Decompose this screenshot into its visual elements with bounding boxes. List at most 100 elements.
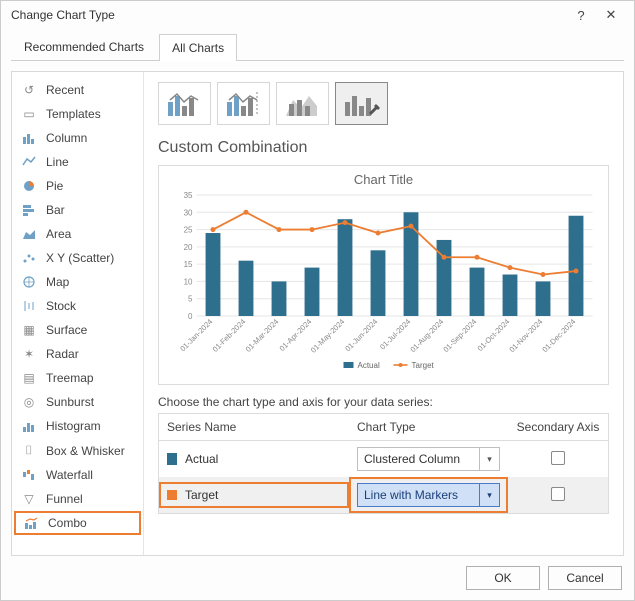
combo-variant-row bbox=[158, 82, 609, 125]
sidebar-item-recent[interactable]: ↺Recent bbox=[12, 78, 143, 102]
box-whisker-icon: ⌷ bbox=[20, 443, 38, 458]
dialog-title: Change Chart Type bbox=[11, 8, 115, 22]
header-series-name: Series Name bbox=[159, 414, 349, 440]
tab-strip: Recommended Charts All Charts bbox=[1, 33, 634, 60]
sidebar-item-column[interactable]: Column bbox=[12, 126, 143, 150]
sidebar-item-waterfall[interactable]: Waterfall bbox=[12, 463, 143, 487]
sidebar-item-bar[interactable]: Bar bbox=[12, 198, 143, 222]
series-table-header: Series Name Chart Type Secondary Axis bbox=[159, 414, 608, 441]
combo-variant-3[interactable] bbox=[276, 82, 329, 125]
templates-icon: ▭ bbox=[20, 107, 38, 121]
histogram-icon bbox=[20, 419, 38, 433]
secondary-axis-checkbox-actual[interactable] bbox=[551, 451, 565, 465]
combo-variant-1[interactable] bbox=[158, 82, 211, 125]
secondary-axis-checkbox-target[interactable] bbox=[551, 487, 565, 501]
column-icon bbox=[20, 131, 38, 145]
chart-svg: 0510152025303501-Jan-202401-Feb-202401-M… bbox=[165, 191, 602, 376]
dialog-window: Change Chart Type ? ✕ Recommended Charts… bbox=[0, 0, 635, 601]
ok-button[interactable]: OK bbox=[466, 566, 540, 590]
close-button[interactable]: ✕ bbox=[596, 7, 626, 23]
sidebar-item-combo[interactable]: Combo bbox=[14, 511, 141, 535]
sidebar-item-scatter[interactable]: X Y (Scatter) bbox=[12, 246, 143, 270]
section-title: Custom Combination bbox=[158, 139, 609, 157]
svg-text:01-Jun-2024: 01-Jun-2024 bbox=[343, 317, 379, 353]
svg-text:0: 0 bbox=[188, 312, 193, 321]
tab-all-charts[interactable]: All Charts bbox=[159, 34, 237, 61]
sidebar-item-funnel[interactable]: ▽Funnel bbox=[12, 487, 143, 511]
series-name-target: Target bbox=[185, 488, 218, 502]
cancel-button[interactable]: Cancel bbox=[548, 566, 622, 590]
sidebar-item-treemap[interactable]: ▤Treemap bbox=[12, 366, 143, 390]
header-secondary-axis: Secondary Axis bbox=[508, 414, 608, 440]
bar-icon bbox=[20, 203, 38, 217]
svg-text:01-Sep-2024: 01-Sep-2024 bbox=[441, 317, 478, 354]
sidebar-item-box-whisker[interactable]: ⌷Box & Whisker bbox=[12, 438, 143, 463]
chart-type-select-target[interactable]: Line with Markers▾ bbox=[357, 483, 500, 507]
svg-text:01-Aug-2024: 01-Aug-2024 bbox=[408, 317, 445, 354]
chart-category-sidebar: ↺Recent ▭Templates Column Line Pie Bar A… bbox=[12, 72, 144, 555]
series-row-actual: Actual Clustered Column▾ bbox=[159, 441, 608, 477]
swatch-actual bbox=[167, 453, 177, 465]
sidebar-item-surface[interactable]: ▦Surface bbox=[12, 318, 143, 342]
titlebar: Change Chart Type ? ✕ bbox=[1, 1, 634, 33]
svg-text:25: 25 bbox=[184, 226, 193, 235]
help-button[interactable]: ? bbox=[566, 8, 596, 23]
combo-variant-2[interactable] bbox=[217, 82, 270, 125]
series-table: Series Name Chart Type Secondary Axis Ac… bbox=[158, 413, 609, 514]
recent-icon: ↺ bbox=[20, 83, 38, 97]
svg-text:20: 20 bbox=[184, 243, 193, 252]
chevron-down-icon: ▾ bbox=[479, 448, 499, 470]
chevron-down-icon: ▾ bbox=[479, 484, 499, 506]
svg-text:30: 30 bbox=[184, 208, 193, 217]
tab-divider bbox=[11, 60, 624, 61]
svg-text:01-Nov-2024: 01-Nov-2024 bbox=[507, 317, 544, 354]
header-chart-type: Chart Type bbox=[349, 414, 508, 440]
stock-icon bbox=[20, 299, 38, 313]
sidebar-item-radar[interactable]: ✶Radar bbox=[12, 342, 143, 366]
svg-text:01-Jan-2024: 01-Jan-2024 bbox=[178, 317, 214, 353]
series-row-target: Target Line with Markers▾ bbox=[159, 477, 608, 513]
svg-text:01-Mar-2024: 01-Mar-2024 bbox=[244, 317, 281, 354]
pie-icon bbox=[20, 179, 38, 193]
sidebar-item-line[interactable]: Line bbox=[12, 150, 143, 174]
chart-type-select-actual[interactable]: Clustered Column▾ bbox=[357, 447, 500, 471]
funnel-icon: ▽ bbox=[20, 492, 38, 506]
sidebar-item-stock[interactable]: Stock bbox=[12, 294, 143, 318]
svg-text:Actual: Actual bbox=[358, 361, 380, 370]
line-icon bbox=[20, 155, 38, 169]
area-icon bbox=[20, 227, 38, 241]
swatch-target bbox=[167, 490, 177, 500]
svg-text:01-Dec-2024: 01-Dec-2024 bbox=[540, 317, 577, 354]
sidebar-item-map[interactable]: Map bbox=[12, 270, 143, 294]
chart-preview: Chart Title 0510152025303501-Jan-202401-… bbox=[158, 165, 609, 385]
scatter-icon bbox=[20, 251, 38, 265]
sidebar-item-histogram[interactable]: Histogram bbox=[12, 414, 143, 438]
sidebar-item-templates[interactable]: ▭Templates bbox=[12, 102, 143, 126]
main-panel: Custom Combination Chart Title 051015202… bbox=[144, 72, 623, 555]
svg-text:01-Oct-2024: 01-Oct-2024 bbox=[476, 317, 512, 353]
series-name-actual: Actual bbox=[185, 452, 218, 466]
svg-text:10: 10 bbox=[184, 277, 193, 286]
waterfall-icon bbox=[20, 468, 38, 482]
svg-text:Target: Target bbox=[412, 361, 435, 370]
surface-icon: ▦ bbox=[20, 323, 38, 337]
instruction-text: Choose the chart type and axis for your … bbox=[158, 395, 609, 409]
svg-text:01-Feb-2024: 01-Feb-2024 bbox=[211, 317, 248, 354]
svg-text:01-Apr-2024: 01-Apr-2024 bbox=[278, 317, 314, 353]
chart-title: Chart Title bbox=[165, 172, 602, 187]
sidebar-item-pie[interactable]: Pie bbox=[12, 174, 143, 198]
radar-icon: ✶ bbox=[20, 347, 38, 361]
svg-text:35: 35 bbox=[184, 191, 193, 200]
svg-text:5: 5 bbox=[188, 295, 193, 304]
tab-recommended-charts[interactable]: Recommended Charts bbox=[11, 33, 157, 60]
sidebar-item-sunburst[interactable]: ◎Sunburst bbox=[12, 390, 143, 414]
dialog-footer: OK Cancel bbox=[1, 556, 634, 600]
dialog-body: ↺Recent ▭Templates Column Line Pie Bar A… bbox=[11, 71, 624, 556]
svg-text:01-May-2024: 01-May-2024 bbox=[309, 317, 347, 355]
map-icon bbox=[20, 275, 38, 289]
sunburst-icon: ◎ bbox=[20, 395, 38, 409]
sidebar-item-area[interactable]: Area bbox=[12, 222, 143, 246]
combo-icon bbox=[22, 516, 40, 530]
combo-variant-custom[interactable] bbox=[335, 82, 388, 125]
treemap-icon: ▤ bbox=[20, 371, 38, 385]
